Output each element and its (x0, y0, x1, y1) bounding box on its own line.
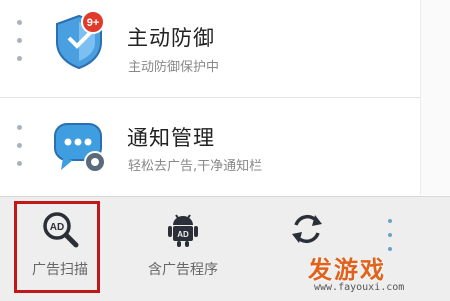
chat-bubble-gear-icon (54, 123, 106, 173)
watermark-logo: 发游戏 (308, 256, 386, 284)
tab-label: 广告扫描 (32, 262, 88, 278)
tab-ad-apps[interactable]: AD 含广告程序 (138, 197, 228, 301)
android-ad-icon: AD (168, 214, 198, 247)
svg-text:AD: AD (177, 230, 189, 239)
ad-scan-icon: AD (43, 212, 79, 248)
item-title: 通知管理 (127, 126, 215, 150)
drag-handle[interactable] (17, 125, 23, 179)
item-subtitle: 主动防御保护中 (128, 60, 220, 75)
list-item-notification-management[interactable]: 通知管理 轻松去广告,干净通知栏 (0, 97, 420, 195)
list-item-active-defense[interactable]: 9+ 主动防御 主动防御保护中 (0, 0, 420, 98)
shield-icon: 9+ (56, 10, 105, 70)
scroll-rail[interactable] (420, 0, 450, 195)
item-subtitle: 轻松去广告,干净通知栏 (128, 159, 263, 174)
feature-list: 9+ 主动防御 主动防御保护中 通知管理 轻松去广告,干净通知栏 (0, 0, 420, 195)
item-title: 主动防御 (127, 26, 215, 50)
tab-label: 含广告程序 (148, 262, 218, 278)
refresh-icon (292, 214, 322, 244)
tab-ad-scan[interactable]: AD 广告扫描 (14, 197, 106, 301)
watermark: 发游戏 www.fayouxi.com (308, 250, 450, 300)
drag-handle[interactable] (17, 20, 23, 74)
svg-text:AD: AD (50, 222, 64, 233)
watermark-url: www.fayouxi.com (314, 282, 405, 293)
notification-badge: 9+ (87, 17, 100, 29)
